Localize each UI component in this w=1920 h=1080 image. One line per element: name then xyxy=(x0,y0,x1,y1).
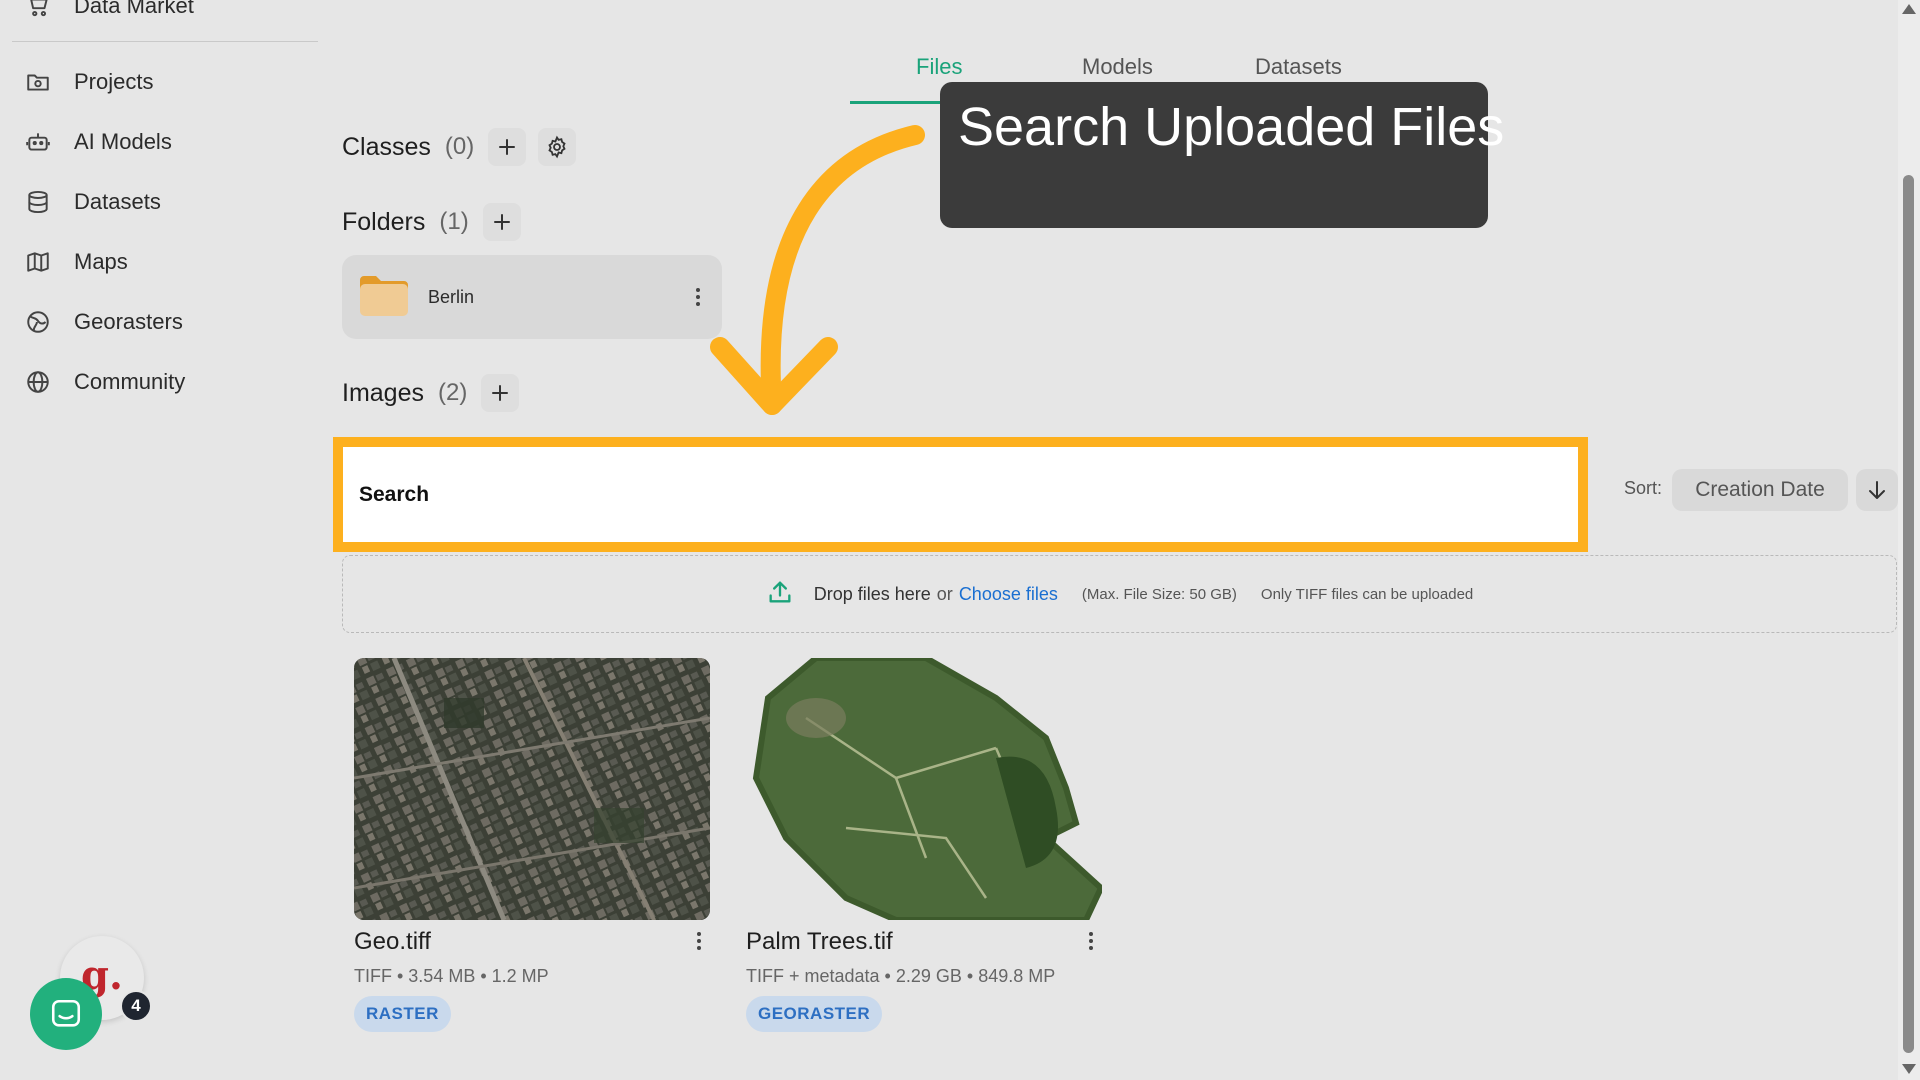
search-highlight-frame xyxy=(333,437,1588,552)
sidebar-item-datasets[interactable]: Datasets xyxy=(24,180,161,224)
sidebar-item-projects[interactable]: Projects xyxy=(24,60,153,104)
sidebar-item-label: Maps xyxy=(74,249,128,274)
sidebar-item-label: Projects xyxy=(74,69,154,94)
folder-icon xyxy=(358,272,410,323)
classes-section: Classes (0) xyxy=(342,128,577,166)
images-section: Images (2) xyxy=(342,374,520,412)
plus-icon xyxy=(493,214,510,230)
max-file-size: (Max. File Size: 50 GB) xyxy=(1081,585,1237,603)
plus-icon xyxy=(499,139,516,155)
sidebar-divider xyxy=(12,41,318,42)
add-class-button[interactable] xyxy=(488,128,527,166)
sidebar-item-community[interactable]: Community xyxy=(24,360,185,404)
sidebar-item-label: Community xyxy=(74,369,186,394)
sidebar-item-label: Data Market xyxy=(74,0,194,18)
choose-files-link[interactable]: Choose files xyxy=(959,584,1058,605)
plus-icon xyxy=(492,385,509,401)
sort-direction-button[interactable] xyxy=(1856,469,1898,511)
image-thumbnail[interactable] xyxy=(746,658,1102,920)
scroll-down-icon[interactable] xyxy=(1902,1064,1916,1074)
folder-icon xyxy=(24,68,52,96)
image-type-badge: RASTER xyxy=(354,996,451,1032)
sidebar-item-ai-models[interactable]: AI Models xyxy=(24,120,172,164)
globe-icon xyxy=(24,368,52,396)
sidebar-item-label: Datasets xyxy=(74,189,161,214)
sort-select[interactable]: Creation Date xyxy=(1672,469,1848,511)
image-menu-button[interactable] xyxy=(1081,926,1101,956)
sidebar-item-label: Georasters xyxy=(74,309,183,334)
palm-trees-satellite-image xyxy=(752,658,1102,920)
classes-title: Classes xyxy=(342,132,431,161)
callout-text: Search Uploaded Files xyxy=(958,97,1505,157)
folder-name: Berlin xyxy=(428,286,475,307)
tab-datasets[interactable]: Datasets xyxy=(1255,54,1342,80)
sidebar-item-georasters[interactable]: Georasters xyxy=(24,300,183,344)
sidebar-item-label: AI Models xyxy=(74,129,172,154)
cart-icon xyxy=(24,0,52,20)
globe-grid-icon xyxy=(24,308,52,336)
sort-label: Sort: xyxy=(1624,478,1663,498)
curved-arrow-icon xyxy=(710,125,925,415)
tab-models[interactable]: Models xyxy=(1082,54,1153,80)
robot-icon xyxy=(24,128,52,156)
chat-button[interactable] xyxy=(30,978,102,1050)
map-icon xyxy=(24,248,52,276)
scroll-up-icon[interactable] xyxy=(1902,4,1916,14)
database-icon xyxy=(24,188,52,216)
gear-icon xyxy=(548,135,566,159)
dropzone-or: or xyxy=(936,583,953,604)
upload-note: Only TIFF files can be uploaded xyxy=(1260,585,1474,603)
notification-badge: 4 xyxy=(120,990,152,1022)
add-image-button[interactable] xyxy=(481,374,520,412)
scrollbar-thumb[interactable] xyxy=(1903,175,1914,1053)
image-meta: TIFF • 3.54 MB • 1.2 MP xyxy=(354,966,549,986)
folders-section: Folders (1) xyxy=(342,203,521,241)
file-dropzone[interactable]: Drop files here or Choose files (Max. Fi… xyxy=(342,555,1897,633)
folders-count: (1) xyxy=(439,208,469,235)
image-thumbnail[interactable] xyxy=(354,658,710,920)
class-settings-button[interactable] xyxy=(538,128,577,166)
image-name: Geo.tiff xyxy=(354,928,431,955)
image-menu-button[interactable] xyxy=(689,926,709,956)
folder-card[interactable]: Berlin xyxy=(342,255,722,339)
sidebar-item-data-market[interactable]: Data Market xyxy=(24,0,194,28)
add-folder-button[interactable] xyxy=(482,203,521,241)
sidebar-item-maps[interactable]: Maps xyxy=(24,240,128,284)
arrow-down-icon xyxy=(1869,481,1885,499)
image-type-badge: GEORASTER xyxy=(746,996,883,1032)
search-input[interactable] xyxy=(343,447,1578,542)
urban-satellite-image xyxy=(354,658,710,920)
chat-icon xyxy=(51,999,81,1027)
images-title: Images xyxy=(342,378,424,407)
tutorial-callout: Search Uploaded Files xyxy=(940,82,1504,228)
classes-count: (0) xyxy=(444,133,475,160)
image-meta: TIFF + metadata • 2.29 GB • 849.8 MP xyxy=(746,966,1056,986)
dropzone-text: Drop files here xyxy=(813,583,931,604)
upload-icon xyxy=(766,578,794,611)
folders-title: Folders xyxy=(342,207,426,236)
image-name: Palm Trees.tif xyxy=(746,928,893,955)
sidebar: Data Market Projects AI Models Datasets … xyxy=(0,0,330,1080)
tab-files[interactable]: Files xyxy=(916,54,962,80)
images-count: (2) xyxy=(437,379,468,406)
